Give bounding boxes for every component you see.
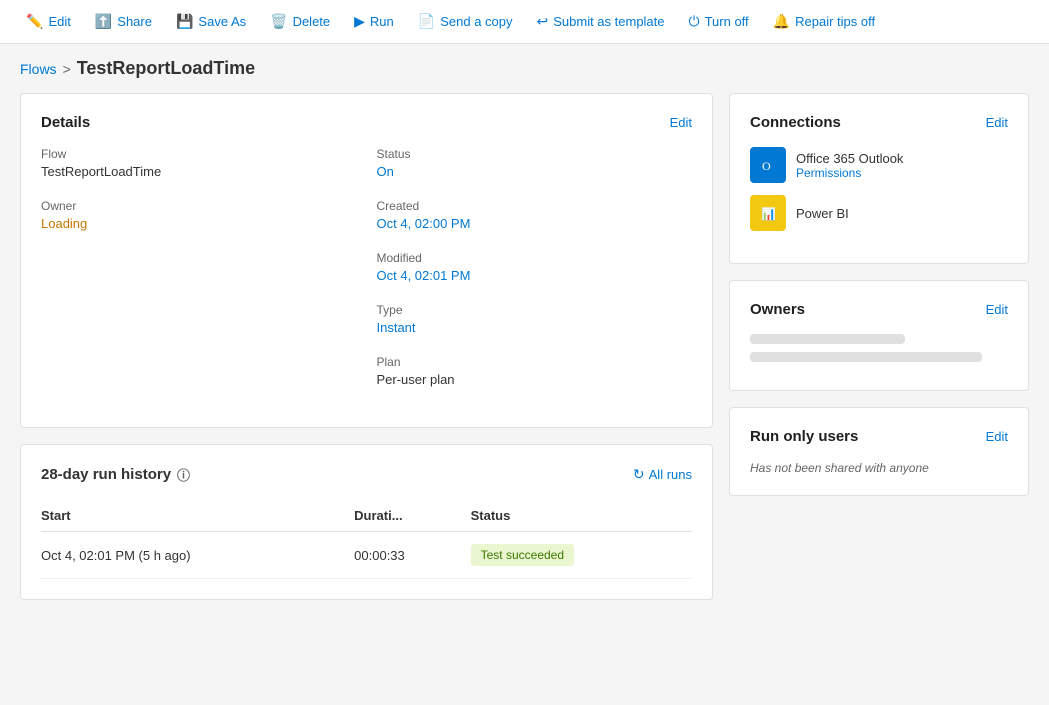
- status-col-header: Status: [471, 500, 692, 532]
- owner-detail: Owner Loading: [41, 199, 357, 231]
- toolbar: ✏️ Edit ⬆️ Share 💾 Save As 🗑️ Delete ▶ R…: [0, 0, 1049, 44]
- outlook-permissions-link[interactable]: Permissions: [796, 166, 903, 180]
- submit-template-button[interactable]: ↩ Submit as template: [527, 7, 675, 36]
- repair-tips-icon: 🔔: [773, 13, 790, 30]
- modified-value: Oct 4, 02:01 PM: [377, 268, 693, 283]
- created-label: Created: [377, 199, 693, 213]
- breadcrumb: Flows > TestReportLoadTime: [0, 44, 1049, 93]
- plan-label: Plan: [377, 355, 693, 369]
- owners-edit-link[interactable]: Edit: [986, 302, 1008, 317]
- details-card-title: Details: [41, 114, 90, 131]
- plan-detail: Plan Per-user plan: [377, 355, 693, 387]
- outlook-name: Office 365 Outlook: [796, 151, 903, 166]
- run-history-card: 28-day run history ⓘ ↻ All runs Start Du…: [20, 444, 713, 600]
- run-duration: 00:00:33: [354, 532, 470, 579]
- refresh-icon: ↻: [633, 466, 645, 483]
- powerbi-icon: 📊: [750, 195, 786, 231]
- outlook-icon: O: [750, 147, 786, 183]
- run-only-card: Run only users Edit Has not been shared …: [729, 407, 1029, 496]
- table-row[interactable]: Oct 4, 02:01 PM (5 h ago) 00:00:33 Test …: [41, 532, 692, 579]
- breadcrumb-current: TestReportLoadTime: [77, 58, 255, 79]
- type-detail: Type Instant: [377, 303, 693, 335]
- delete-button[interactable]: 🗑️ Delete: [260, 7, 340, 36]
- submit-template-icon: ↩: [537, 13, 549, 30]
- share-icon: ⬆️: [95, 13, 112, 30]
- connections-card: Connections Edit O Office 365 Outlook Pe…: [729, 93, 1029, 264]
- outlook-details: Office 365 Outlook Permissions: [796, 151, 903, 180]
- save-as-button[interactable]: 💾 Save As: [166, 7, 256, 36]
- breadcrumb-separator: >: [63, 61, 71, 77]
- owner-value: Loading: [41, 216, 357, 231]
- connection-outlook: O Office 365 Outlook Permissions: [750, 147, 1008, 183]
- owners-card: Owners Edit: [729, 280, 1029, 391]
- owner-label: Owner: [41, 199, 357, 213]
- type-label: Type: [377, 303, 693, 317]
- no-share-text: Has not been shared with anyone: [750, 461, 1008, 475]
- flow-label: Flow: [41, 147, 357, 161]
- connections-title: Connections: [750, 114, 841, 131]
- owners-card-header: Owners Edit: [750, 301, 1008, 318]
- run-only-title: Run only users: [750, 428, 858, 445]
- run-button[interactable]: ▶ Run: [344, 7, 404, 36]
- details-right: Status On Created Oct 4, 02:00 PM Modifi…: [377, 147, 693, 407]
- all-runs-label: All runs: [649, 467, 692, 482]
- send-copy-button[interactable]: 📄 Send a copy: [408, 7, 523, 36]
- svg-text:📊: 📊: [761, 207, 776, 221]
- owners-title: Owners: [750, 301, 805, 318]
- status-detail: Status On: [377, 147, 693, 179]
- details-grid: Flow TestReportLoadTime Owner Loading St…: [41, 147, 692, 407]
- start-col-header: Start: [41, 500, 354, 532]
- run-history-title-text: 28-day run history: [41, 466, 171, 483]
- run-icon: ▶: [354, 13, 365, 30]
- send-copy-icon: 📄: [418, 13, 435, 30]
- info-icon[interactable]: ⓘ: [177, 465, 190, 484]
- right-column: Connections Edit O Office 365 Outlook Pe…: [729, 93, 1029, 600]
- details-left: Flow TestReportLoadTime Owner Loading: [41, 147, 357, 407]
- flow-detail: Flow TestReportLoadTime: [41, 147, 357, 179]
- modified-detail: Modified Oct 4, 02:01 PM: [377, 251, 693, 283]
- delete-icon: 🗑️: [270, 13, 287, 30]
- run-history-header: 28-day run history ⓘ ↻ All runs: [41, 465, 692, 484]
- run-status: Test succeeded: [471, 532, 692, 579]
- status-value: On: [377, 164, 693, 179]
- run-start: Oct 4, 02:01 PM (5 h ago): [41, 532, 354, 579]
- share-button[interactable]: ⬆️ Share: [85, 7, 162, 36]
- connection-powerbi: 📊 Power BI: [750, 195, 1008, 231]
- all-runs-link[interactable]: ↻ All runs: [633, 466, 692, 483]
- run-history-table: Start Durati... Status Oct 4, 02:01 PM (…: [41, 500, 692, 579]
- details-card: Details Edit Flow TestReportLoadTime Own…: [20, 93, 713, 428]
- run-history-title: 28-day run history ⓘ: [41, 465, 190, 484]
- save-as-icon: 💾: [176, 13, 193, 30]
- turn-off-icon: ⏻: [689, 13, 700, 30]
- powerbi-name: Power BI: [796, 206, 849, 221]
- svg-text:O: O: [762, 159, 771, 173]
- created-value: Oct 4, 02:00 PM: [377, 216, 693, 231]
- edit-icon: ✏️: [26, 13, 43, 30]
- duration-col-header: Durati...: [354, 500, 470, 532]
- plan-value: Per-user plan: [377, 372, 693, 387]
- run-only-edit-link[interactable]: Edit: [986, 429, 1008, 444]
- left-column: Details Edit Flow TestReportLoadTime Own…: [20, 93, 713, 600]
- details-card-header: Details Edit: [41, 114, 692, 131]
- breadcrumb-parent-link[interactable]: Flows: [20, 61, 57, 77]
- connections-card-header: Connections Edit: [750, 114, 1008, 131]
- type-value: Instant: [377, 320, 693, 335]
- edit-button[interactable]: ✏️ Edit: [16, 7, 81, 36]
- powerbi-details: Power BI: [796, 206, 849, 221]
- owners-skeleton-2: [750, 352, 982, 362]
- details-edit-link[interactable]: Edit: [670, 115, 692, 130]
- connections-edit-link[interactable]: Edit: [986, 115, 1008, 130]
- flow-value: TestReportLoadTime: [41, 164, 357, 179]
- created-detail: Created Oct 4, 02:00 PM: [377, 199, 693, 231]
- owners-skeleton-1: [750, 334, 905, 344]
- status-label: Status: [377, 147, 693, 161]
- status-badge: Test succeeded: [471, 544, 574, 566]
- repair-tips-button[interactable]: 🔔 Repair tips off: [763, 7, 885, 36]
- modified-label: Modified: [377, 251, 693, 265]
- turn-off-button[interactable]: ⏻ Turn off: [679, 7, 759, 36]
- main-content: Details Edit Flow TestReportLoadTime Own…: [0, 93, 1049, 620]
- run-only-card-header: Run only users Edit: [750, 428, 1008, 445]
